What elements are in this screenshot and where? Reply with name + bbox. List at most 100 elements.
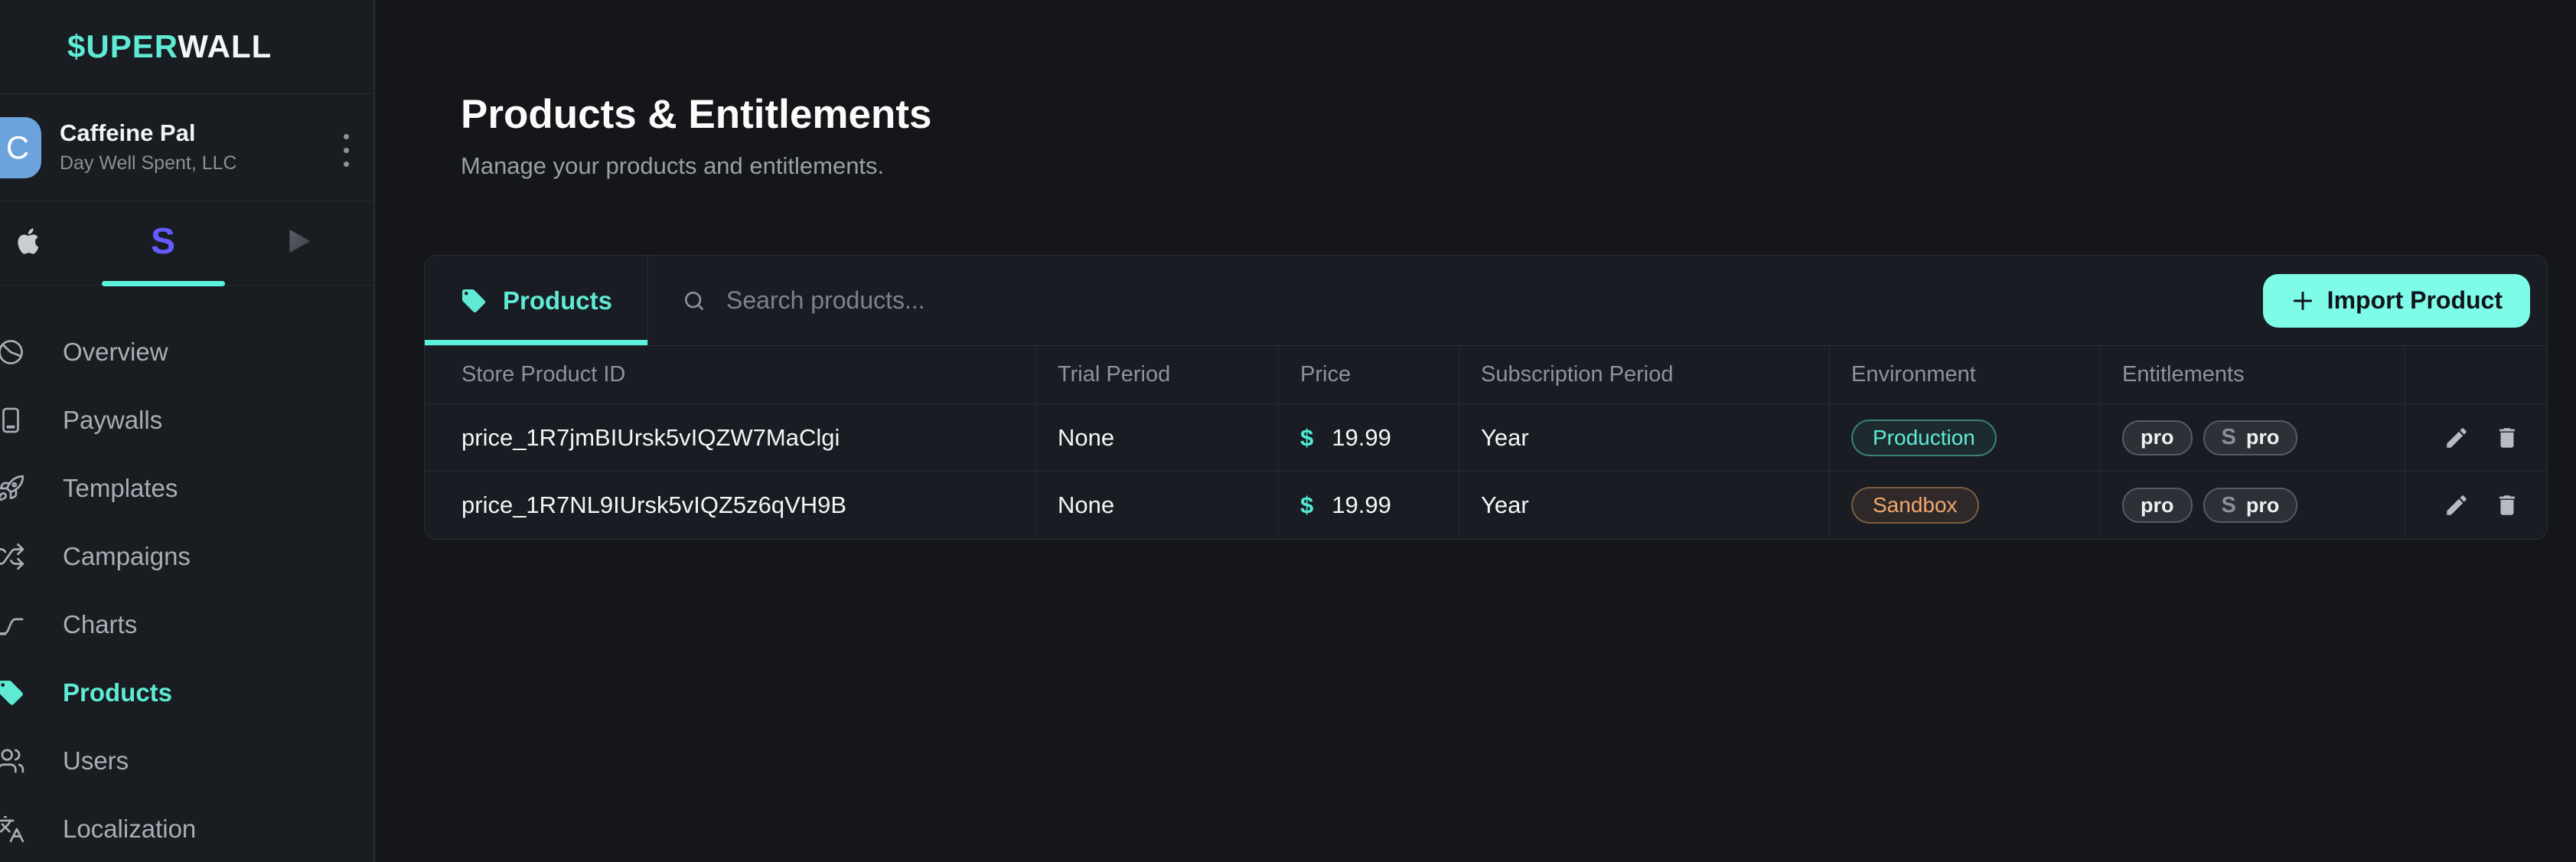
platform-tab-apple[interactable] xyxy=(0,201,74,281)
currency-symbol: $ xyxy=(1300,424,1313,452)
column-header: Trial Period xyxy=(1036,346,1279,404)
main-content: Products & Entitlements Manage your prod… xyxy=(375,0,2576,862)
sidebar-item-label: Templates xyxy=(63,474,178,503)
page-subtitle: Manage your products and entitlements. xyxy=(461,150,2576,182)
sidebar-item-label: Products xyxy=(63,678,172,707)
row-actions xyxy=(2405,404,2548,472)
entitlements-cell: pro Spro xyxy=(2101,404,2405,472)
subscription-period-cell: Year xyxy=(1459,472,1830,539)
products-panel: Products Import Product xyxy=(424,255,2548,540)
sidebar-nav: Overview Paywalls Templates xyxy=(0,286,373,862)
sidebar: $UPERWALL C Caffeine Pal Day Well Spent,… xyxy=(0,0,375,862)
charts-icon xyxy=(0,610,25,639)
row-actions xyxy=(2405,472,2548,539)
stripe-icon: S xyxy=(151,220,175,263)
environment-badge: Production xyxy=(1851,420,1997,456)
store-product-id-cell: price_1R7NL9IUrsk5vIQZ5z6qVH9B xyxy=(425,472,1036,539)
price-cell: $ 19.99 xyxy=(1279,472,1459,539)
overview-icon xyxy=(0,338,25,367)
entitlement-label: pro xyxy=(2246,426,2280,449)
environment-cell: Production xyxy=(1830,404,2101,472)
search-icon xyxy=(682,289,706,313)
org-switcher[interactable]: C Caffeine Pal Day Well Spent, LLC xyxy=(0,94,373,201)
active-platform-underline xyxy=(102,281,225,286)
page: { "colors": { "accent_mint": "#5EEAD4", … xyxy=(0,0,2576,862)
delete-button[interactable] xyxy=(2494,492,2520,518)
trash-icon xyxy=(2494,492,2520,518)
users-icon xyxy=(0,746,25,775)
stripe-glyph: S xyxy=(2222,493,2236,518)
environment-badge: Sandbox xyxy=(1851,487,1979,524)
brand-logo: $UPERWALL xyxy=(0,0,373,94)
templates-icon xyxy=(0,474,25,503)
sidebar-item-label: Overview xyxy=(63,338,168,367)
stripe-glyph: S xyxy=(2222,425,2236,450)
plus-icon xyxy=(2291,289,2315,313)
price-value: 19.99 xyxy=(1332,491,1391,519)
entitlement-pill: pro xyxy=(2122,420,2193,455)
price-value: 19.99 xyxy=(1332,424,1391,452)
table-header-row: Store Product ID Trial Period Price Subs… xyxy=(425,346,2547,404)
delete-button[interactable] xyxy=(2494,425,2520,451)
edit-button[interactable] xyxy=(2444,492,2470,518)
panel-toolbar: Products Import Product xyxy=(425,256,2547,346)
superwall-logo: $UPERWALL xyxy=(67,28,272,65)
price-cell: $ 19.99 xyxy=(1279,404,1459,472)
import-product-button[interactable]: Import Product xyxy=(2263,274,2530,328)
platform-tab-stripe[interactable]: S xyxy=(117,201,209,281)
sidebar-item-label: Campaigns xyxy=(63,542,191,571)
table-row: price_1R7NL9IUrsk5vIQZ5z6qVH9B None $ 19… xyxy=(425,472,2547,539)
sidebar-item-label: Users xyxy=(63,746,129,775)
entitlement-pill: Spro xyxy=(2203,420,2298,455)
tab-products[interactable]: Products xyxy=(425,256,647,345)
sidebar-item-paywalls[interactable]: Paywalls xyxy=(0,386,373,454)
logo-accent-text: $UPER xyxy=(67,28,178,64)
trial-period-cell: None xyxy=(1036,404,1279,472)
sidebar-item-localization[interactable]: Localization xyxy=(0,795,373,862)
column-header: Store Product ID xyxy=(425,346,1036,404)
search-box xyxy=(648,286,2263,315)
entitlement-pill: Spro xyxy=(2203,488,2298,523)
org-menu-kebab-icon[interactable] xyxy=(341,131,352,170)
products-icon xyxy=(0,678,25,707)
column-header: Subscription Period xyxy=(1459,346,1830,404)
apple-icon xyxy=(13,226,44,256)
tag-icon xyxy=(460,287,487,315)
subscription-period-cell: Year xyxy=(1459,404,1830,472)
platform-tab-google-play[interactable] xyxy=(254,201,346,281)
pencil-icon xyxy=(2444,492,2470,518)
sidebar-item-products[interactable]: Products xyxy=(0,658,373,726)
org-info: Caffeine Pal Day Well Spent, LLC xyxy=(60,117,237,175)
sidebar-item-label: Paywalls xyxy=(63,406,162,435)
entitlements-cell: pro Spro xyxy=(2101,472,2405,539)
entitlement-pill: pro xyxy=(2122,488,2193,523)
currency-symbol: $ xyxy=(1300,491,1313,519)
entitlement-label: pro xyxy=(2141,494,2174,518)
pencil-icon xyxy=(2444,425,2470,451)
trial-period-cell: None xyxy=(1036,472,1279,539)
org-name: Caffeine Pal xyxy=(60,117,237,149)
sidebar-item-users[interactable]: Users xyxy=(0,726,373,795)
column-header: Environment xyxy=(1830,346,2101,404)
org-avatar: C xyxy=(0,117,41,178)
environment-cell: Sandbox xyxy=(1830,472,2101,539)
entitlement-label: pro xyxy=(2246,494,2280,518)
campaigns-icon xyxy=(0,542,25,571)
store-product-id-cell: price_1R7jmBIUrsk5vIQZW7MaClgi xyxy=(425,404,1036,472)
edit-button[interactable] xyxy=(2444,425,2470,451)
table-row: price_1R7jmBIUrsk5vIQZW7MaClgi None $ 19… xyxy=(425,404,2547,472)
sidebar-item-campaigns[interactable]: Campaigns xyxy=(0,522,373,590)
search-input[interactable] xyxy=(726,286,1645,315)
org-company: Day Well Spent, LLC xyxy=(60,152,237,175)
sidebar-item-charts[interactable]: Charts xyxy=(0,590,373,658)
tab-products-label: Products xyxy=(503,286,612,315)
column-header: Price xyxy=(1279,346,1459,404)
import-product-label: Import Product xyxy=(2327,286,2503,315)
sidebar-item-templates[interactable]: Templates xyxy=(0,454,373,522)
sidebar-item-overview[interactable]: Overview xyxy=(0,318,373,386)
platform-tabs: S xyxy=(0,201,373,286)
google-play-icon xyxy=(286,227,314,255)
trash-icon xyxy=(2494,425,2520,451)
logo-rest-text: WALL xyxy=(178,28,272,64)
column-header: Entitlements xyxy=(2101,346,2405,404)
